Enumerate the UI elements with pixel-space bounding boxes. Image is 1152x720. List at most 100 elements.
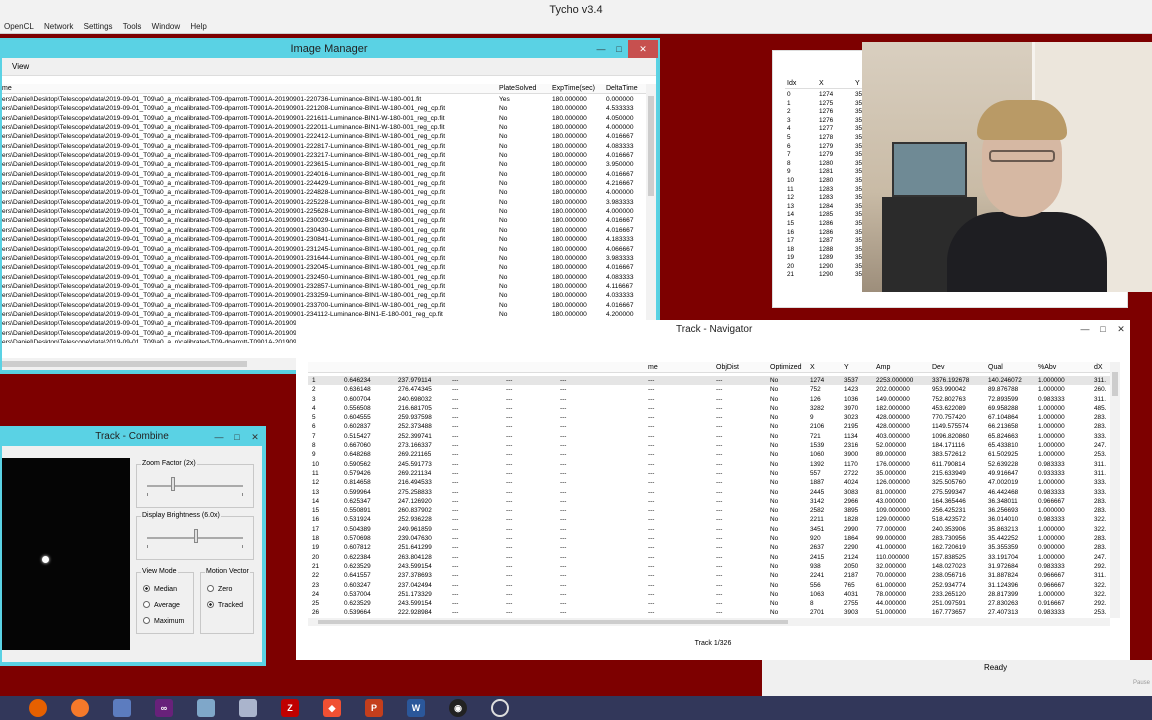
table-row[interactable]: ers\Daniel\Desktop\Telescope\data\2019-0… <box>2 226 646 235</box>
scroll-thumb[interactable] <box>1112 372 1118 396</box>
image-manager-title-bar[interactable]: Image Manager — □ ✕ <box>0 40 658 58</box>
col-name[interactable]: me <box>2 84 12 94</box>
table-row[interactable]: 7 0.515427 252.399741 --- --- --- --- --- No 721 1… <box>308 432 1110 441</box>
powerpoint-icon[interactable]: P <box>356 697 392 719</box>
table-row[interactable]: ers\Daniel\Desktop\Telescope\data\2019-0… <box>2 207 646 216</box>
table-row[interactable]: 10 0.590562 245.591773 --- --- --- --- --- No 139… <box>308 460 1110 469</box>
table-row[interactable]: ers\Daniel\Desktop\Telescope\data\2019-0… <box>2 142 646 151</box>
close-icon[interactable]: ✕ <box>1112 320 1130 338</box>
close-icon[interactable]: ✕ <box>628 40 658 58</box>
word-icon[interactable]: W <box>398 697 434 719</box>
table-row[interactable]: 12 0.814658 216.494533 --- --- --- --- --- No 188… <box>308 478 1110 487</box>
table-row[interactable]: 1 0.646234 237.979114 --- --- --- --- --- No 1274… <box>308 376 1110 386</box>
radio-maximum[interactable]: Maximum <box>143 617 184 627</box>
radio-dot[interactable] <box>143 617 150 624</box>
track-navigator-title-bar[interactable]: Track - Navigator — □ ✕ <box>296 320 1130 340</box>
table-row[interactable]: 16 0.531924 252.936228 --- --- --- --- --- No 221… <box>308 515 1110 524</box>
table-row[interactable]: ers\Daniel\Desktop\Telescope\data\2019-0… <box>2 273 646 282</box>
list-item[interactable]: 18 1288 35 <box>785 246 865 255</box>
table-row[interactable]: ers\Daniel\Desktop\Telescope\data\2019-0… <box>2 95 646 104</box>
table-row[interactable]: 3 0.600704 240.698032 --- --- --- --- --- No 126 1… <box>308 395 1110 404</box>
tycho-icon[interactable] <box>482 697 518 719</box>
document-icon[interactable] <box>230 697 266 719</box>
track-list-hscroll[interactable] <box>308 618 1110 626</box>
table-row[interactable]: ers\Daniel\Desktop\Telescope\data\2019-0… <box>2 301 646 310</box>
table-row[interactable]: ers\Daniel\Desktop\Telescope\data\2019-0… <box>2 310 646 319</box>
track-col-12[interactable]: Dev <box>932 362 944 373</box>
scroll-thumb[interactable] <box>648 96 654 196</box>
col-deltatime[interactable]: DeltaTime <box>606 84 638 94</box>
menu-network[interactable]: Network <box>44 20 73 34</box>
list-item[interactable]: 20 1290 35 <box>785 263 865 272</box>
table-row[interactable]: 14 0.625347 247.126920 --- --- --- --- --- No 314… <box>308 497 1110 506</box>
table-row[interactable]: ers\Daniel\Desktop\Telescope\data\2019-0… <box>2 104 646 113</box>
combine-preview-image[interactable] <box>2 458 130 650</box>
table-row[interactable]: ers\Daniel\Desktop\Telescope\data\2019-0… <box>2 235 646 244</box>
obs-icon[interactable]: ◉ <box>440 697 476 719</box>
table-row[interactable]: ers\Daniel\Desktop\Telescope\data\2019-0… <box>2 123 646 132</box>
table-row[interactable]: ers\Daniel\Desktop\Telescope\data\2019-0… <box>2 188 646 197</box>
table-row[interactable]: ers\Daniel\Desktop\Telescope\data\2019-0… <box>2 245 646 254</box>
radio-average[interactable]: Average <box>143 601 180 611</box>
list-item[interactable]: 14 1285 35 <box>785 211 865 220</box>
track-col-8[interactable]: Optimized <box>770 362 802 373</box>
list-item[interactable]: 19 1289 35 <box>785 254 865 263</box>
table-row[interactable]: 22 0.641557 237.378693 --- --- --- --- --- No 224… <box>308 571 1110 580</box>
table-row[interactable]: ers\Daniel\Desktop\Telescope\data\2019-0… <box>2 114 646 123</box>
visual-studio-icon[interactable]: ∞ <box>146 697 182 719</box>
list-item[interactable]: 12 1283 35 <box>785 194 865 203</box>
table-row[interactable]: 9 0.648268 269.221165 --- --- --- --- --- No 1060… <box>308 450 1110 459</box>
table-row[interactable]: 15 0.550891 260.837902 --- --- --- --- --- No 258… <box>308 506 1110 515</box>
radio-dot[interactable] <box>143 601 150 608</box>
track-col-13[interactable]: Qual <box>988 362 1003 373</box>
list-item[interactable]: 0 1274 35 <box>785 91 865 100</box>
table-row[interactable]: 20 0.622384 263.804128 --- --- --- --- --- No 241… <box>308 553 1110 562</box>
table-row[interactable]: 4 0.556508 216.681705 --- --- --- --- --- No 3282… <box>308 404 1110 413</box>
table-row[interactable]: ers\Daniel\Desktop\Telescope\data\2019-0… <box>2 160 646 169</box>
list-item[interactable]: 2 1276 35 <box>785 108 865 117</box>
table-row[interactable]: 26 0.539664 222.928984 --- --- --- --- --- No 270… <box>308 608 1110 616</box>
table-row[interactable]: 24 0.537004 251.173329 --- --- --- --- --- No 106… <box>308 590 1110 599</box>
table-row[interactable]: 21 0.623529 243.599154 --- --- --- --- --- No 938… <box>308 562 1110 571</box>
table-row[interactable]: 5 0.604555 259.937598 --- --- --- --- --- No 9 302… <box>308 413 1110 422</box>
list-item[interactable]: 16 1286 35 <box>785 229 865 238</box>
list-item[interactable]: 10 1280 35 <box>785 177 865 186</box>
table-row[interactable]: ers\Daniel\Desktop\Telescope\data\2019-0… <box>2 179 646 188</box>
track-col-7[interactable]: ObjDist <box>716 362 739 373</box>
list-item[interactable]: 8 1280 35 <box>785 160 865 169</box>
table-row[interactable]: ers\Daniel\Desktop\Telescope\data\2019-0… <box>2 132 646 141</box>
table-row[interactable]: ers\Daniel\Desktop\Telescope\data\2019-0… <box>2 254 646 263</box>
table-row[interactable]: 6 0.602837 252.373488 --- --- --- --- --- No 2106… <box>308 422 1110 431</box>
radio-zero[interactable]: Zero <box>207 585 232 595</box>
table-row[interactable]: ers\Daniel\Desktop\Telescope\data\2019-0… <box>2 198 646 207</box>
image-list-vscroll[interactable] <box>646 84 656 356</box>
blender-icon[interactable] <box>62 697 98 719</box>
track-col-9[interactable]: X <box>810 362 815 373</box>
star-col-idx[interactable]: Idx <box>787 79 796 89</box>
list-item[interactable]: 9 1281 35 <box>785 168 865 177</box>
radio-dot[interactable] <box>143 585 150 592</box>
radio-dot[interactable] <box>207 601 214 608</box>
star-col-y[interactable]: Y <box>855 79 860 89</box>
table-row[interactable]: 17 0.504389 249.961859 --- --- --- --- --- No 345… <box>308 525 1110 534</box>
track-combine-title-bar[interactable]: Track - Combine — □ ✕ <box>0 428 264 446</box>
list-item[interactable]: 7 1279 35 <box>785 151 865 160</box>
radio-tracked[interactable]: Tracked <box>207 601 243 611</box>
folder-icon[interactable] <box>188 697 224 719</box>
minimize-icon[interactable]: — <box>592 40 610 58</box>
maximize-icon[interactable]: □ <box>1094 320 1112 338</box>
table-row[interactable]: ers\Daniel\Desktop\Telescope\data\2019-0… <box>2 263 646 272</box>
brightness-slider-thumb[interactable] <box>194 529 198 543</box>
table-row[interactable]: 18 0.570698 239.047630 --- --- --- --- --- No 920… <box>308 534 1110 543</box>
col-exptime[interactable]: ExpTime(sec) <box>552 84 595 94</box>
app-icon[interactable] <box>104 697 140 719</box>
git-icon[interactable]: ◆ <box>314 697 350 719</box>
menu-opencl[interactable]: OpenCL <box>4 20 34 34</box>
radio-median[interactable]: Median <box>143 585 177 595</box>
list-item[interactable]: 3 1276 35 <box>785 117 865 126</box>
table-row[interactable]: 23 0.603247 237.042494 --- --- --- --- --- No 556… <box>308 581 1110 590</box>
list-item[interactable]: 2112903549 <box>785 271 865 280</box>
track-list-vscroll[interactable] <box>1110 362 1120 618</box>
table-row[interactable]: 13 0.599964 275.258833 --- --- --- --- --- No 244… <box>308 488 1110 497</box>
list-item[interactable]: 15 1286 35 <box>785 220 865 229</box>
